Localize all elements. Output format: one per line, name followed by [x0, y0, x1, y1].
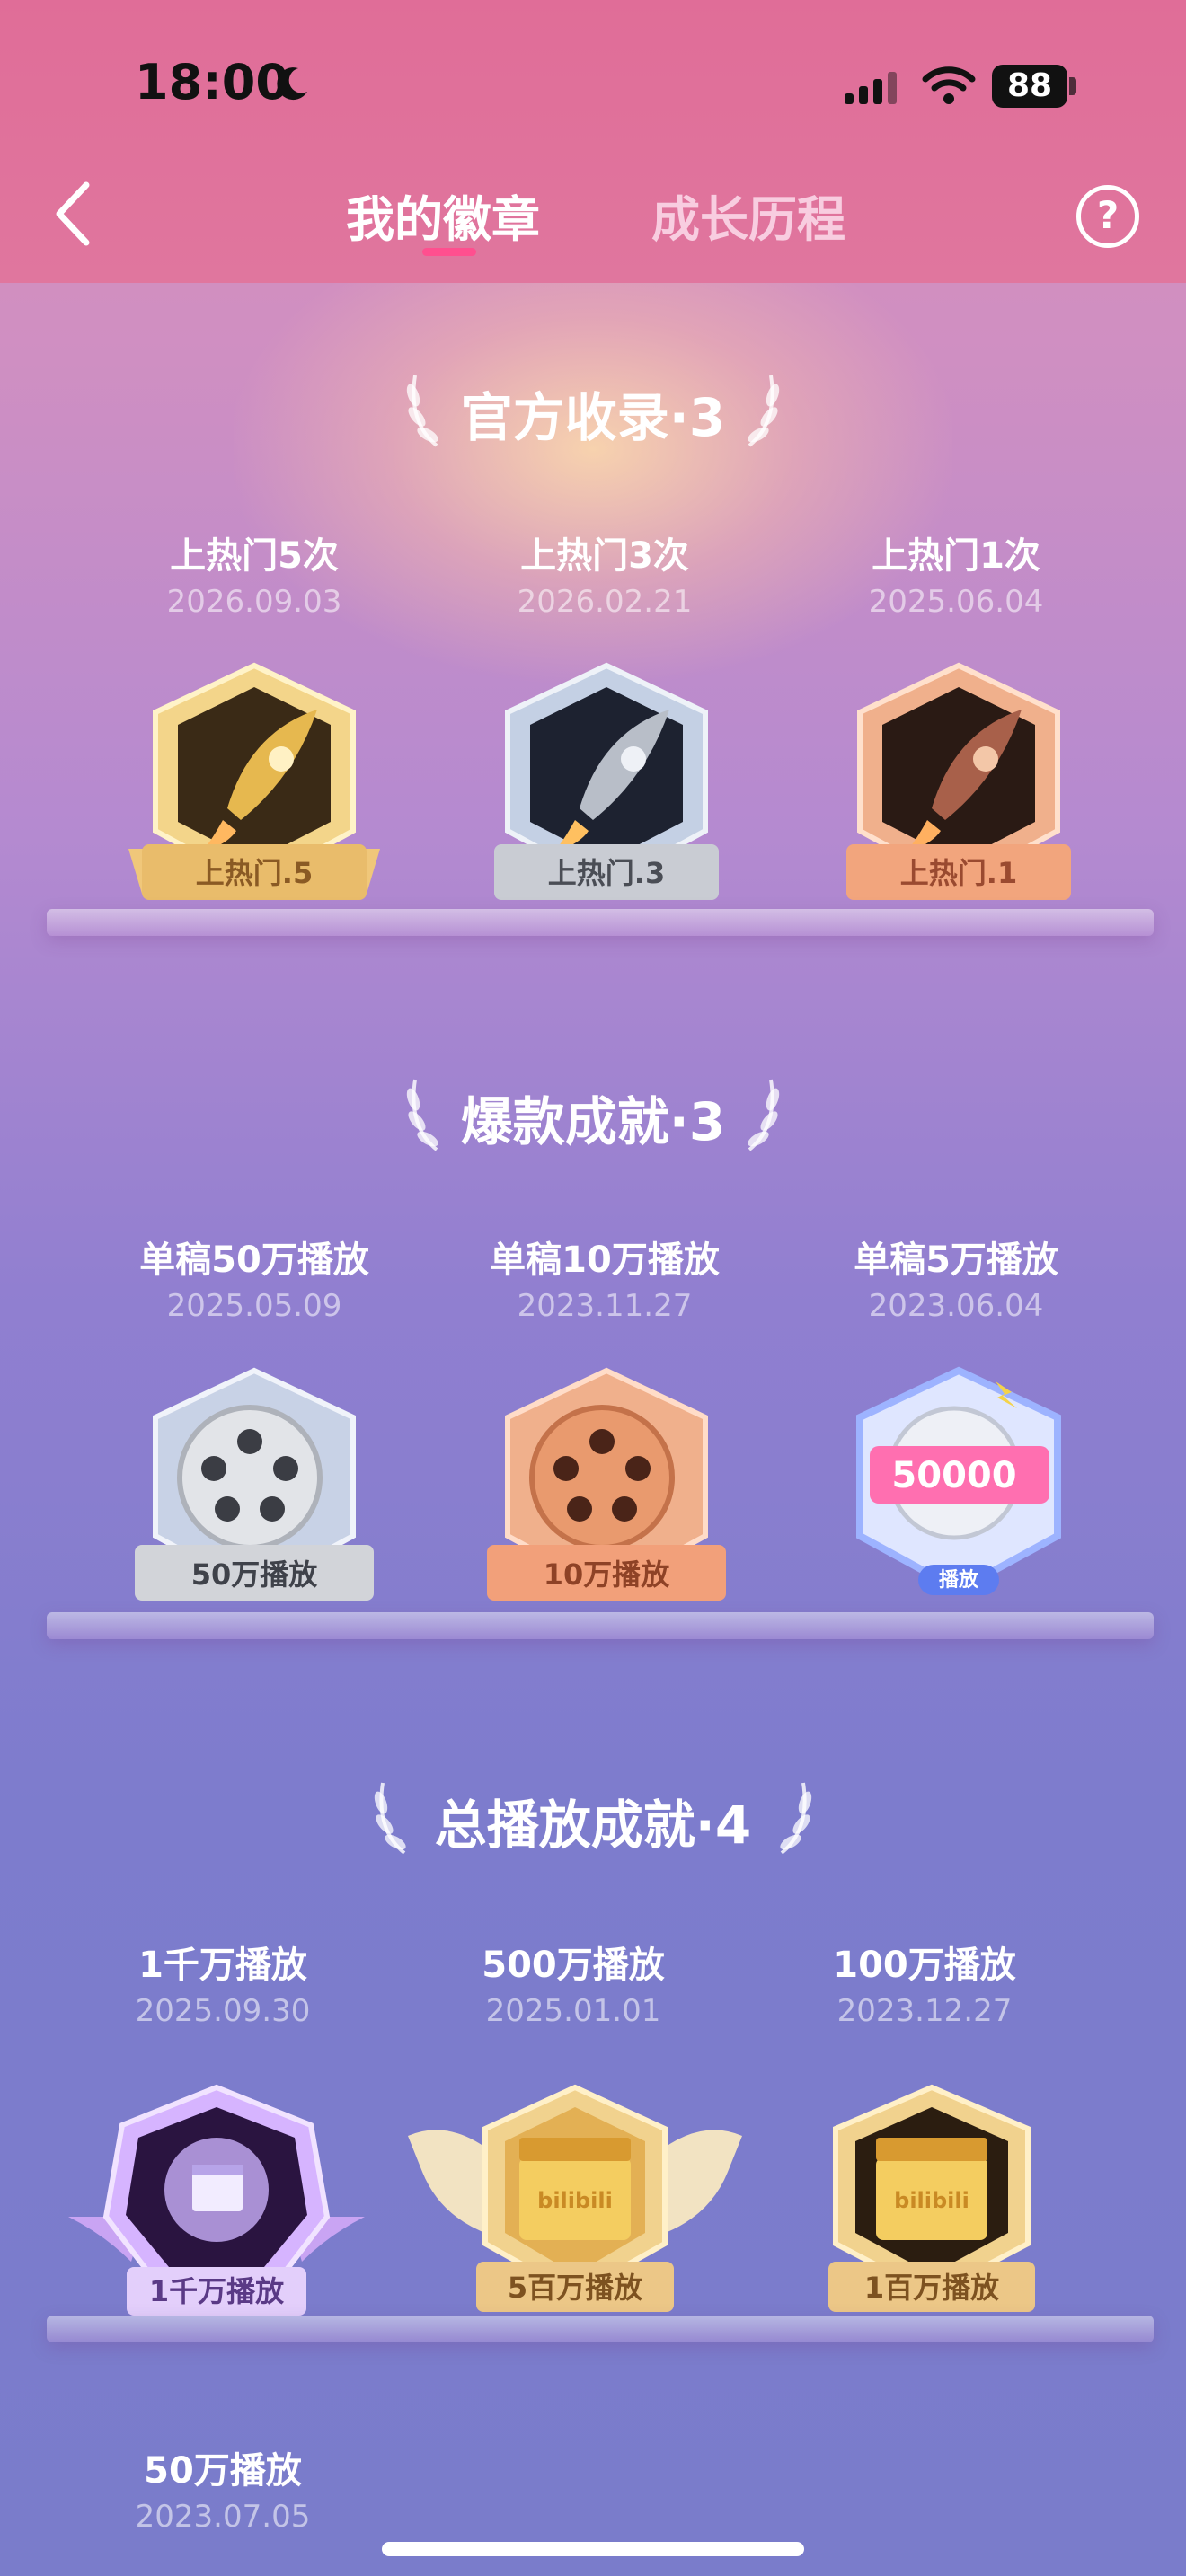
film-reel-icon[interactable]: 10万播放: [467, 1365, 746, 1617]
wifi-icon: [922, 66, 976, 104]
signal-icon: [845, 72, 897, 104]
badge-total-10m[interactable]: 1千万播放 2025.09.30: [61, 1936, 385, 2029]
tab-my-badges[interactable]: 我的徽章: [346, 180, 540, 251]
badge-hot-3[interactable]: 上热门3次 2026.02.21: [443, 526, 766, 620]
status-time: 18:00: [135, 54, 289, 110]
active-tab-indicator: [422, 248, 476, 256]
section-title-official: 官方收录·3: [460, 387, 726, 448]
home-indicator: [382, 2542, 804, 2556]
clapperboard-icon[interactable]: bilibili 5百万播放: [404, 2082, 746, 2325]
svg-text:50000: 50000: [891, 1455, 1016, 1496]
svg-text:1百万播放: 1百万播放: [864, 2271, 1000, 2305]
top-bar: [0, 0, 1186, 283]
shelf-total-plays: [47, 2316, 1154, 2342]
shelf-viral: [47, 1612, 1154, 1639]
clapperboard-icon[interactable]: bilibili 1百万播放: [792, 2082, 1071, 2325]
film-reel-icon[interactable]: 50000 播放: [819, 1365, 1098, 1617]
svg-text:5百万播放: 5百万播放: [508, 2271, 643, 2305]
help-button[interactable]: ?: [1076, 185, 1139, 248]
badge-total-1m[interactable]: 100万播放 2023.12.27: [763, 1936, 1086, 2029]
badge-single-500k[interactable]: 单稿50万播放 2025.05.09: [93, 1231, 416, 1324]
tab-growth-history[interactable]: 成长历程: [651, 180, 845, 251]
battery-indicator: 88: [992, 65, 1067, 108]
badge-hot-1[interactable]: 上热门1次 2025.06.04: [794, 526, 1118, 620]
laurel-left-icon: [370, 1781, 411, 1855]
clapperboard-icon[interactable]: 1千万播放: [59, 2082, 374, 2325]
shelf-official: [47, 909, 1154, 936]
svg-text:上热门.5: 上热门.5: [196, 856, 313, 890]
laurel-right-icon: [743, 374, 783, 447]
battery-cap: [1069, 77, 1076, 95]
svg-text:1千万播放: 1千万播放: [149, 2274, 285, 2308]
badge-single-50k[interactable]: 单稿5万播放 2023.06.04: [794, 1231, 1118, 1324]
svg-text:bilibili: bilibili: [894, 2188, 969, 2213]
laurel-right-icon: [743, 1078, 783, 1151]
rocket-icon[interactable]: 上热门.5: [115, 660, 394, 912]
back-arrow-icon[interactable]: [47, 178, 97, 250]
laurel-right-icon: [775, 1781, 816, 1855]
svg-text:上热门.3: 上热门.3: [548, 856, 665, 890]
laurel-left-icon: [403, 374, 443, 447]
rocket-icon[interactable]: 上热门.1: [819, 660, 1098, 912]
badge-hot-5[interactable]: 上热门5次 2026.09.03: [93, 526, 416, 620]
badge-total-5m[interactable]: 500万播放 2025.01.01: [412, 1936, 735, 2029]
badge-single-100k[interactable]: 单稿10万播放 2023.11.27: [443, 1231, 766, 1324]
svg-text:播放: 播放: [939, 1568, 979, 1592]
film-reel-icon[interactable]: 50万播放: [115, 1365, 394, 1617]
svg-text:bilibili: bilibili: [537, 2188, 613, 2213]
svg-text:10万播放: 10万播放: [544, 1557, 671, 1592]
section-title-viral: 爆款成就·3: [460, 1091, 726, 1152]
rocket-icon[interactable]: 上热门.3: [467, 660, 746, 912]
laurel-left-icon: [403, 1078, 443, 1151]
svg-text:50万播放: 50万播放: [191, 1557, 319, 1592]
badge-total-500k[interactable]: 50万播放 2023.07.05: [61, 2441, 385, 2535]
svg-text:上热门.1: 上热门.1: [900, 856, 1017, 890]
section-title-total-plays: 总播放成就·4: [434, 1795, 752, 1856]
moon-icon: [277, 67, 307, 101]
